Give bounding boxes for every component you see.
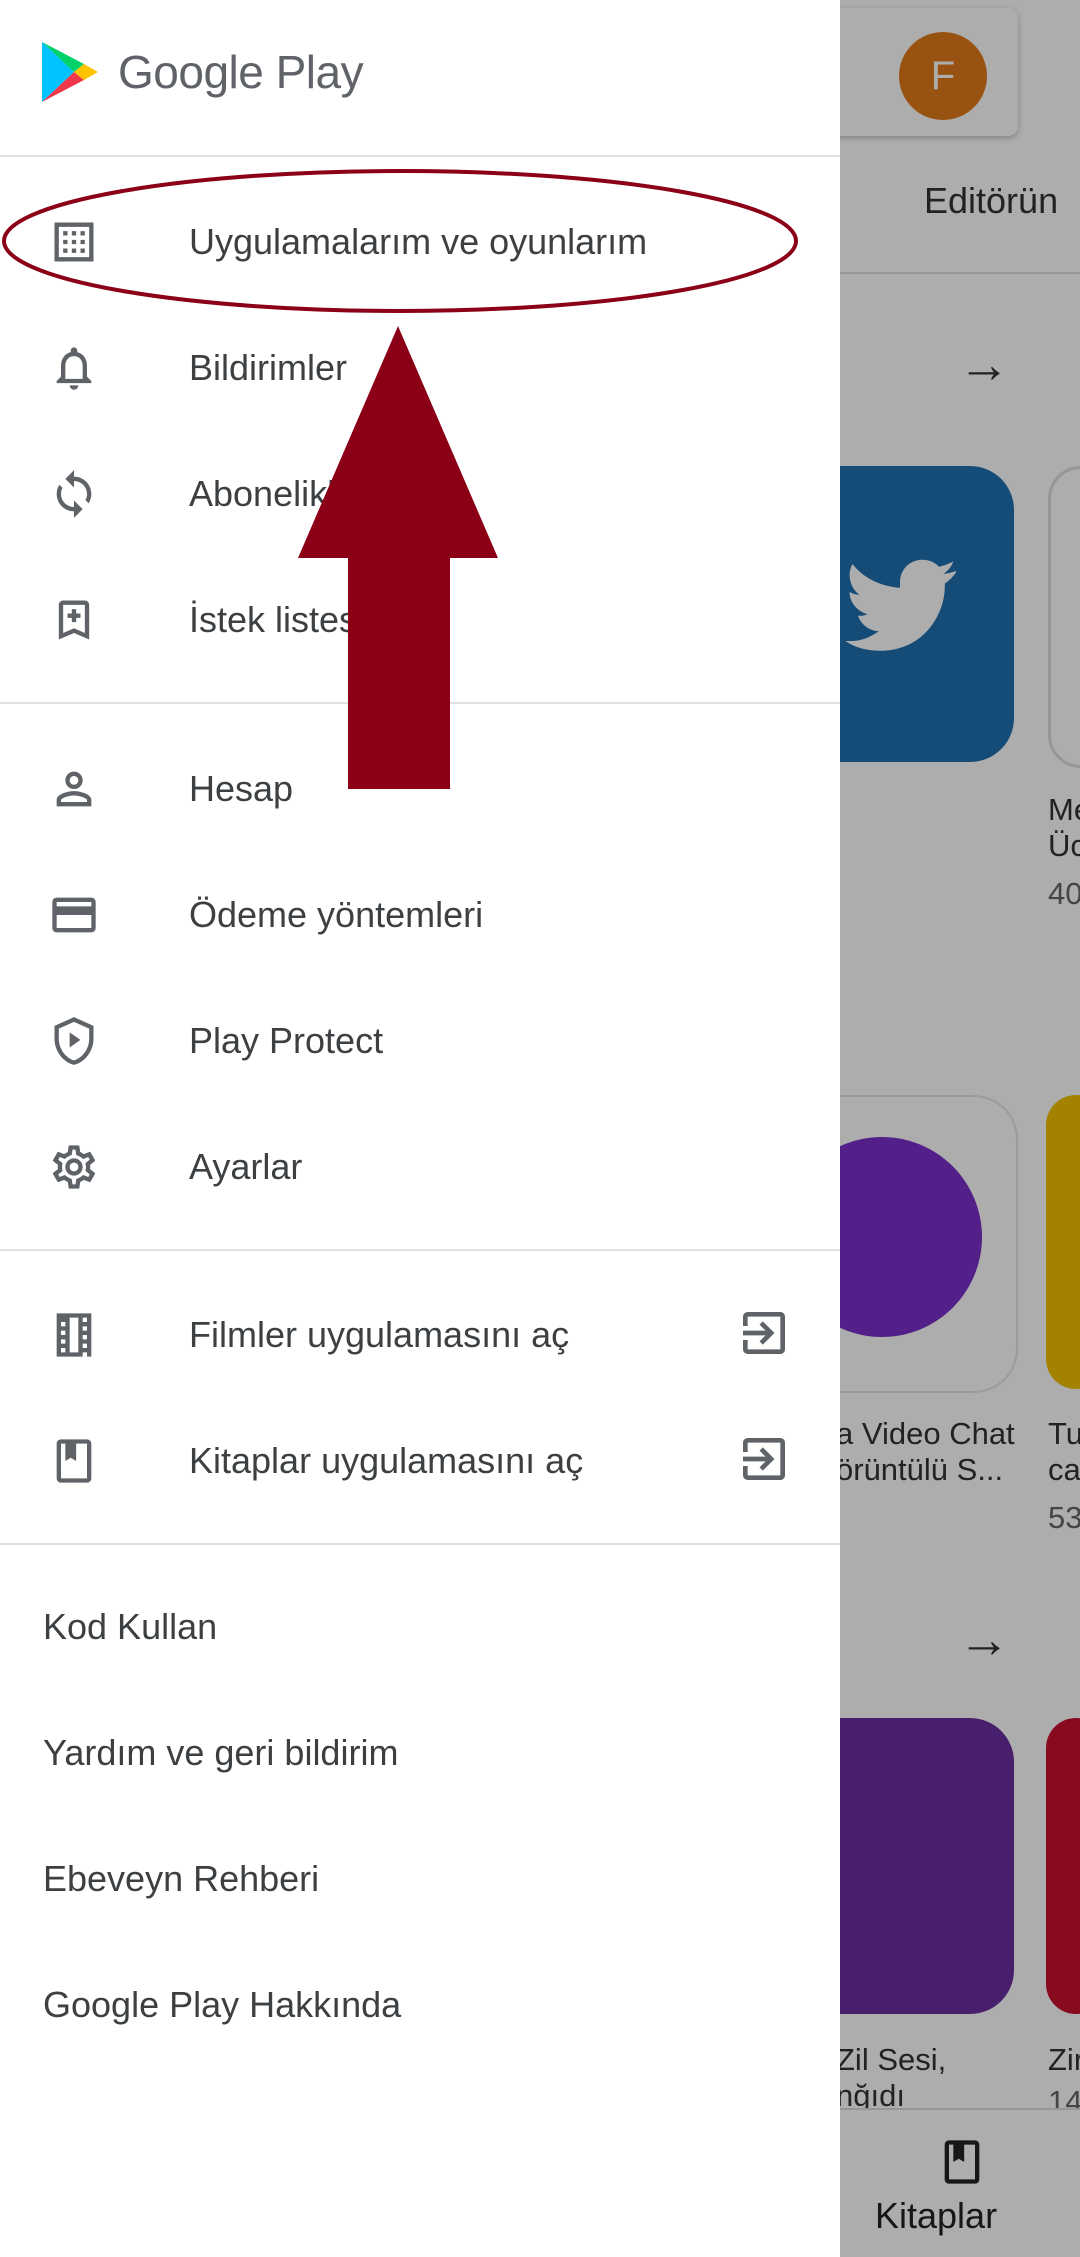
film-strip-icon: [44, 1305, 104, 1365]
open-external-icon: [736, 1431, 796, 1491]
menu-item-account[interactable]: Hesap: [0, 726, 840, 852]
divider: [0, 1249, 840, 1251]
menu-item-my-apps[interactable]: Uygulamalarım ve oyunlarım: [0, 179, 840, 305]
divider: [0, 702, 840, 704]
bell-icon: [44, 338, 104, 398]
menu-item-help-feedback[interactable]: Yardım ve geri bildirim: [43, 1732, 398, 1774]
refresh-icon: [44, 464, 104, 524]
menu-item-subscriptions[interactable]: Abonelikler: [0, 431, 840, 557]
person-icon: [44, 759, 104, 819]
menu-item-notifications[interactable]: Bildirimler: [0, 305, 840, 431]
gear-icon: [44, 1137, 104, 1197]
menu-item-label: Filmler uygulamasını aç: [189, 1314, 570, 1355]
play-store-icon: [42, 42, 98, 102]
open-external-icon: [736, 1305, 796, 1365]
navigation-drawer: Google Play Uygulamalarım ve oyunlarım B…: [0, 0, 840, 2257]
menu-item-label: Abonelikler: [189, 473, 368, 514]
menu-item-wishlist[interactable]: İstek listesi: [0, 557, 840, 683]
bookmark-add-icon: [44, 590, 104, 650]
menu-item-label: Hesap: [189, 768, 294, 809]
menu-item-redeem-code[interactable]: Kod Kullan: [43, 1606, 217, 1648]
menu-item-about-google-play[interactable]: Google Play Hakkında: [43, 1984, 401, 2026]
divider: [0, 155, 840, 157]
menu-item-label: Ayarlar: [189, 1146, 303, 1187]
menu-item-label: Play Protect: [189, 1020, 384, 1061]
menu-item-label: Ödeme yöntemleri: [189, 894, 484, 935]
menu-item-open-books-app[interactable]: Kitaplar uygulamasını aç: [0, 1398, 840, 1524]
menu-item-label: Uygulamalarım ve oyunlarım: [189, 221, 648, 262]
menu-item-label: Kitaplar uygulamasını aç: [189, 1440, 584, 1481]
credit-card-icon: [44, 885, 104, 945]
menu-item-label: İstek listesi: [189, 599, 366, 640]
menu-item-payment-methods[interactable]: Ödeme yöntemleri: [0, 852, 840, 978]
menu-item-label: Bildirimler: [189, 347, 348, 388]
menu-item-parent-guide[interactable]: Ebeveyn Rehberi: [43, 1858, 319, 1900]
menu-item-open-movies-app[interactable]: Filmler uygulamasını aç: [0, 1272, 840, 1398]
apps-grid-icon: [44, 212, 104, 272]
google-play-logo: Google Play: [40, 40, 364, 104]
menu-item-play-protect[interactable]: Play Protect: [0, 978, 840, 1104]
book-icon: [44, 1431, 104, 1491]
divider: [0, 1543, 840, 1545]
brand-name: Google Play: [118, 46, 364, 98]
menu-item-settings[interactable]: Ayarlar: [0, 1104, 840, 1230]
shield-play-icon: [44, 1011, 104, 1071]
